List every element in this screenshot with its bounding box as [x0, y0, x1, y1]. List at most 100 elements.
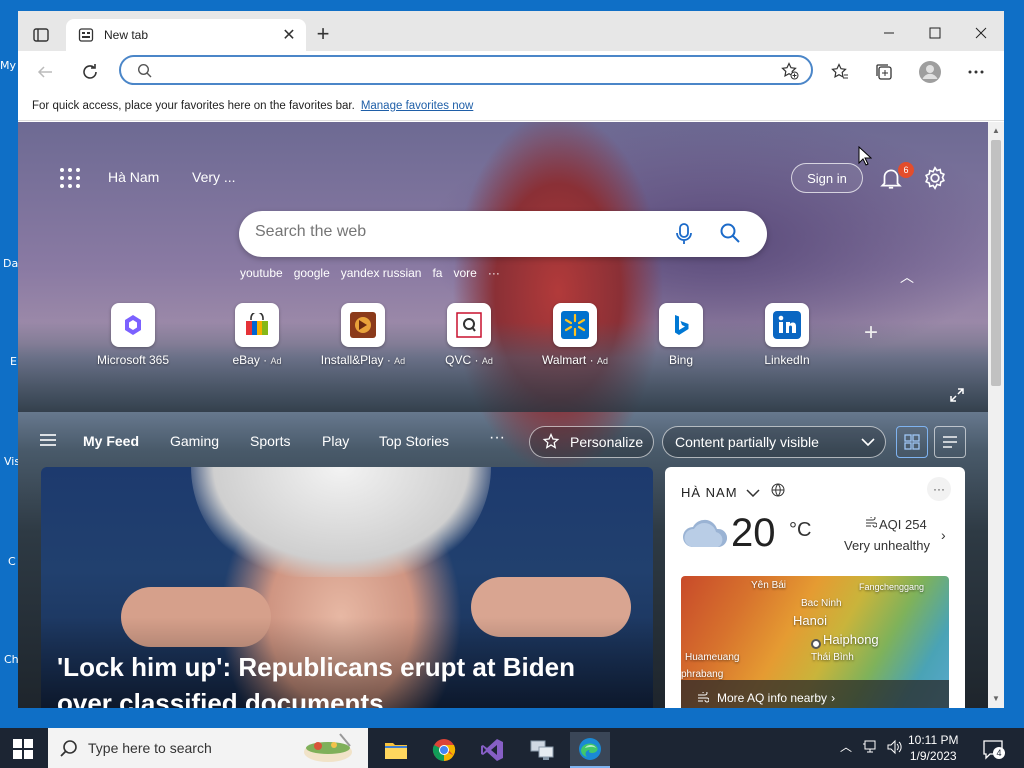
sign-in-button[interactable]: Sign in [791, 163, 863, 193]
volume-icon[interactable] [886, 738, 904, 756]
profile-button[interactable] [917, 59, 943, 85]
web-search-input[interactable] [255, 223, 635, 241]
tab-play[interactable]: Play [322, 433, 349, 449]
weather-more-button[interactable]: ··· [927, 477, 951, 501]
quick-link-label: QVC [445, 353, 472, 367]
collections-button[interactable] [871, 59, 897, 85]
tab-sports[interactable]: Sports [250, 433, 290, 449]
content-visibility-dropdown[interactable]: Content partially visible [662, 426, 886, 458]
trending-item[interactable]: fa [432, 266, 442, 280]
desktop-label-5: C [8, 555, 16, 568]
quick-link-qvc[interactable]: QVC · Ad [424, 303, 514, 367]
scrollbar-thumb[interactable] [991, 140, 1001, 386]
network-app[interactable] [522, 732, 562, 768]
system-clock[interactable]: 10:11 PM 1/9/2023 [908, 732, 958, 764]
tab-title: New tab [104, 28, 149, 42]
microphone-icon[interactable] [675, 223, 693, 245]
edge-app[interactable] [570, 732, 610, 768]
quick-link-label: eBay [232, 353, 260, 367]
trending-item[interactable]: google [294, 266, 330, 280]
collapse-chevron-icon[interactable]: ︿ [900, 267, 914, 287]
aqi-status: Very unhealthy [844, 538, 931, 553]
add-quick-link-button[interactable]: + [864, 319, 878, 347]
windows-start-icon[interactable] [12, 738, 34, 760]
new-tab-button[interactable]: + [312, 23, 334, 45]
web-search-box[interactable] [239, 211, 767, 257]
chevron-right-icon[interactable]: › [941, 527, 946, 543]
gear-icon[interactable] [922, 165, 948, 191]
chrome-icon [432, 739, 456, 761]
maximize-button[interactable] [912, 19, 958, 47]
address-bar[interactable] [119, 55, 813, 85]
back-button[interactable] [32, 59, 58, 85]
expand-icon[interactable] [950, 388, 964, 402]
trending-more-button[interactable]: ··· [488, 266, 500, 280]
close-window-button[interactable] [958, 19, 1004, 47]
favorites-star-icon [831, 63, 848, 79]
address-input[interactable] [165, 60, 725, 80]
quick-link-ebay[interactable]: eBay · Ad [212, 303, 302, 367]
search-submit-icon[interactable] [719, 222, 741, 244]
tab-my-feed[interactable]: My Feed [83, 433, 139, 449]
scroll-up-arrow-icon[interactable]: ▲ [992, 126, 1000, 135]
app-launcher-icon[interactable] [58, 166, 82, 190]
feed-more-button[interactable]: ··· [489, 429, 505, 447]
show-hidden-icons-chevron-icon[interactable]: ︿ [840, 738, 852, 755]
linkedin-icon [773, 311, 801, 339]
visual-studio-app[interactable] [472, 732, 512, 768]
tab-actions-button[interactable] [28, 22, 54, 48]
title-bar: New tab ✕ + [18, 11, 1004, 51]
ntp-header: Hà Nam Very ... Sign in 6 [18, 122, 988, 257]
notification-count-badge: 4 [993, 747, 1005, 759]
file-explorer-app[interactable] [376, 732, 416, 768]
weather-card: HÀ NAM ··· 20 °C AQI 254 Very unhealthy … [665, 467, 965, 708]
chrome-app[interactable] [424, 732, 464, 768]
trending-item[interactable]: vore [453, 266, 476, 280]
favorites-button[interactable] [827, 59, 853, 85]
grid-view-button[interactable] [896, 426, 928, 458]
tab-gaming[interactable]: Gaming [170, 433, 219, 449]
quick-link-bing[interactable]: Bing [636, 303, 726, 367]
tab-new-tab[interactable]: New tab ✕ [66, 19, 306, 51]
weather-summary[interactable]: Very ... [192, 169, 236, 185]
quick-link-microsoft-365[interactable]: Microsoft 365 [88, 303, 178, 367]
notification-badge: 6 [898, 162, 914, 178]
ad-label: Ad [394, 356, 406, 366]
trending-item[interactable]: yandex russian [341, 266, 422, 280]
news-headline[interactable]: 'Lock him up': Republicans erupt at Bide… [57, 649, 617, 708]
quick-link-install-play[interactable]: Install&Play · Ad [318, 303, 408, 367]
map-label: Yên Bái [751, 580, 787, 591]
minimize-button[interactable] [866, 19, 912, 47]
add-favorite-icon[interactable] [781, 62, 799, 80]
quick-link-label: LinkedIn [764, 353, 810, 367]
network-status-icon[interactable] [862, 738, 880, 756]
air-quality-map[interactable]: Yên Bái Fangchenggang Bac Ninh Hanoi Hai… [681, 576, 949, 708]
settings-more-button[interactable] [963, 59, 989, 85]
more-aq-info-link[interactable]: More AQ info nearby › [681, 680, 949, 708]
list-view-icon [943, 436, 957, 448]
quick-link-walmart[interactable]: Walmart · Ad [530, 303, 620, 367]
taskbar-search-box[interactable]: Type here to search [48, 728, 368, 768]
quick-links: Microsoft 365 eBay · Ad Install&Play · A… [78, 303, 918, 373]
quick-link-label: Walmart [542, 353, 587, 367]
trending-item[interactable]: youtube [240, 266, 283, 280]
tab-close-button[interactable]: ✕ [278, 24, 300, 46]
desktop-label-2: Da [3, 257, 19, 270]
scroll-down-arrow-icon[interactable]: ▼ [992, 694, 1000, 703]
page-scrollbar[interactable]: ▲ ▼ [988, 122, 1004, 708]
tab-top-stories[interactable]: Top Stories [379, 433, 449, 449]
favorites-bar-message: For quick access, place your favorites h… [32, 99, 355, 112]
ad-label: Ad [270, 356, 282, 366]
manage-favorites-link[interactable]: Manage favorites now [361, 100, 474, 112]
quick-link-linkedin[interactable]: LinkedIn [742, 303, 832, 367]
weather-location[interactable]: HÀ NAM [681, 483, 785, 500]
personalize-button[interactable]: Personalize [529, 426, 654, 458]
hamburger-menu-icon[interactable] [40, 434, 56, 446]
list-view-button[interactable] [934, 426, 966, 458]
install-play-icon [350, 312, 376, 338]
notification-center-button[interactable]: 4 [982, 738, 1005, 760]
featured-news-card[interactable]: 'Lock him up': Republicans erupt at Bide… [41, 467, 653, 708]
location-label[interactable]: Hà Nam [108, 169, 159, 185]
map-label: Haiphong [823, 632, 879, 647]
refresh-button[interactable] [77, 59, 103, 85]
